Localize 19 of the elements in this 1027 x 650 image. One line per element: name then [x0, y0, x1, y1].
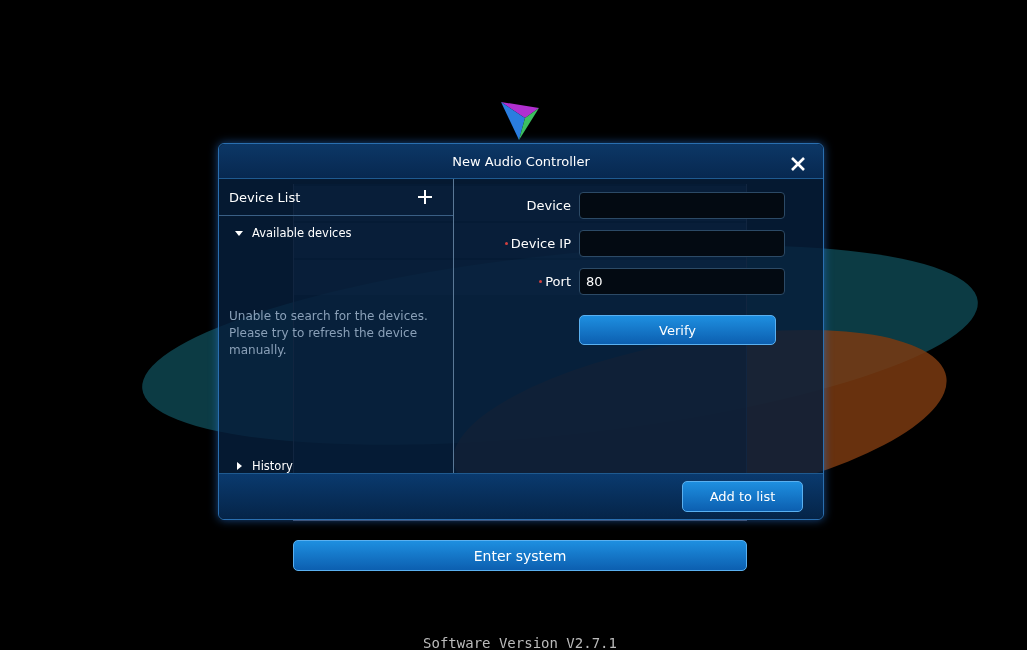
- field-label: Device IP: [504, 236, 571, 251]
- caret-icon: [235, 462, 243, 470]
- tree-section[interactable]: Available devices: [235, 226, 453, 240]
- verify-button[interactable]: Verify: [579, 315, 776, 345]
- empty-message: Unable to search for the devices. Please try to refresh the device manually.: [229, 308, 429, 359]
- software-version: Software Version V2.7.1: [422, 635, 618, 650]
- device-list-title: Device List: [229, 189, 301, 205]
- input-field[interactable]: 80: [579, 268, 785, 295]
- close-icon[interactable]: [790, 156, 806, 172]
- field-label: Port: [539, 274, 571, 289]
- add-to-list-button[interactable]: Add to list: [682, 481, 803, 512]
- dialog-title: New Audio Controller: [452, 153, 590, 169]
- input-field[interactable]: [579, 192, 785, 219]
- input-field[interactable]: [579, 230, 785, 257]
- add-icon[interactable]: [417, 189, 433, 205]
- tree-section[interactable]: History: [235, 459, 453, 473]
- enter-system-button[interactable]: Enter system: [293, 540, 747, 571]
- caret-icon: [235, 229, 243, 237]
- field-label: Device: [526, 198, 571, 213]
